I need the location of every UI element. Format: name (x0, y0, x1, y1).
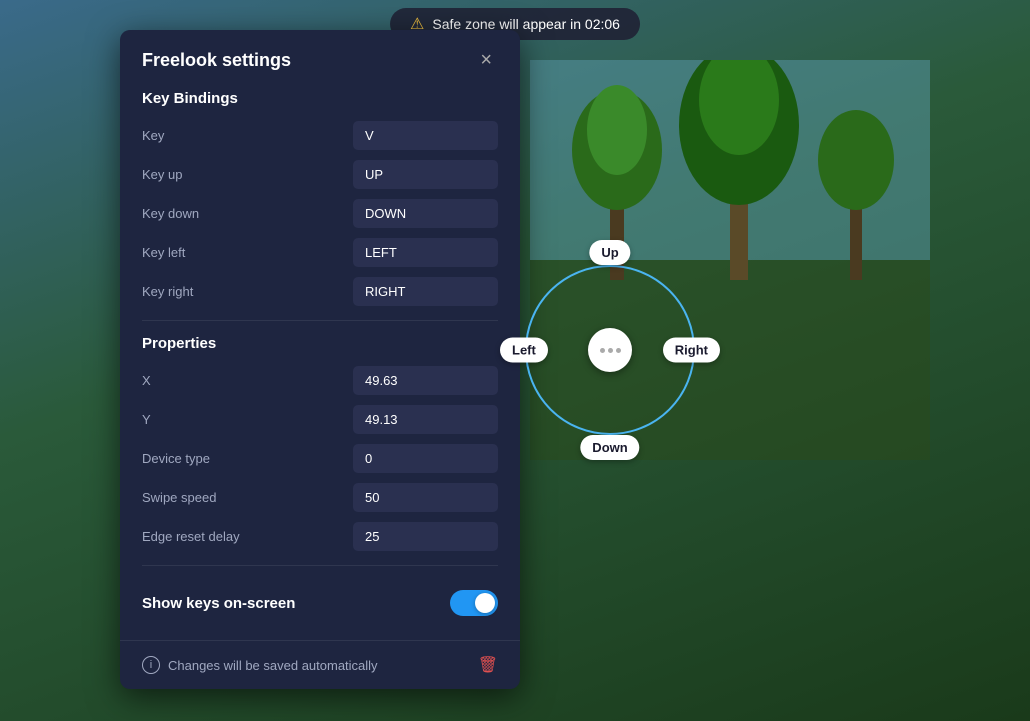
device-type-row: Device type (142, 444, 498, 473)
key-input[interactable] (353, 121, 498, 150)
key-left-input[interactable] (353, 238, 498, 267)
key-left-label: Key left (142, 245, 353, 260)
properties-title: Properties (142, 335, 498, 352)
joystick-center[interactable] (588, 328, 632, 372)
swipe-speed-label: Swipe speed (142, 490, 353, 505)
joystick-container: Up Down Left Right (500, 240, 720, 460)
direction-up[interactable]: Up (589, 240, 630, 265)
footer-info: i Changes will be saved automatically (142, 656, 378, 674)
swipe-speed-input[interactable] (353, 483, 498, 512)
y-input[interactable] (353, 405, 498, 434)
key-right-row: Key right (142, 277, 498, 306)
direction-left[interactable]: Left (500, 338, 548, 363)
divider-2 (142, 565, 498, 566)
x-input[interactable] (353, 366, 498, 395)
y-row: Y (142, 405, 498, 434)
y-label: Y (142, 412, 353, 427)
key-right-input[interactable] (353, 277, 498, 306)
swipe-speed-row: Swipe speed (142, 483, 498, 512)
key-bindings-title: Key Bindings (142, 90, 498, 107)
dot-right (616, 348, 621, 353)
joystick-center-dots (600, 348, 621, 353)
key-down-row: Key down (142, 199, 498, 228)
key-up-input[interactable] (353, 160, 498, 189)
x-label: X (142, 373, 353, 388)
key-row: Key (142, 121, 498, 150)
show-keys-row: Show keys on-screen (142, 580, 498, 622)
x-row: X (142, 366, 498, 395)
device-type-label: Device type (142, 451, 353, 466)
key-up-row: Key up (142, 160, 498, 189)
divider-1 (142, 320, 498, 321)
edge-reset-label: Edge reset delay (142, 529, 353, 544)
info-icon: i (142, 656, 160, 674)
direction-right[interactable]: Right (663, 338, 720, 363)
key-down-input[interactable] (353, 199, 498, 228)
dialog-footer: i Changes will be saved automatically 🗑 (120, 640, 520, 689)
dialog-title: Freelook settings (142, 50, 291, 71)
edge-reset-input[interactable] (353, 522, 498, 551)
toggle-thumb (475, 593, 495, 613)
dot-center (608, 348, 613, 353)
freelook-dialog: Freelook settings × Key Bindings Key Key… (120, 30, 520, 689)
dialog-body: Key Bindings Key Key up Key down Key lef… (120, 90, 520, 640)
direction-down[interactable]: Down (580, 435, 639, 460)
close-button[interactable]: × (474, 48, 498, 72)
edge-reset-row: Edge reset delay (142, 522, 498, 551)
show-keys-toggle[interactable] (450, 590, 498, 616)
dialog-header: Freelook settings × (120, 30, 520, 86)
show-keys-label: Show keys on-screen (142, 595, 295, 612)
key-down-label: Key down (142, 206, 353, 221)
trash-icon[interactable]: 🗑 (478, 655, 498, 675)
key-left-row: Key left (142, 238, 498, 267)
key-up-label: Key up (142, 167, 353, 182)
key-label: Key (142, 128, 353, 143)
device-type-input[interactable] (353, 444, 498, 473)
dot-left (600, 348, 605, 353)
key-right-label: Key right (142, 284, 353, 299)
autosave-text: Changes will be saved automatically (168, 658, 378, 673)
